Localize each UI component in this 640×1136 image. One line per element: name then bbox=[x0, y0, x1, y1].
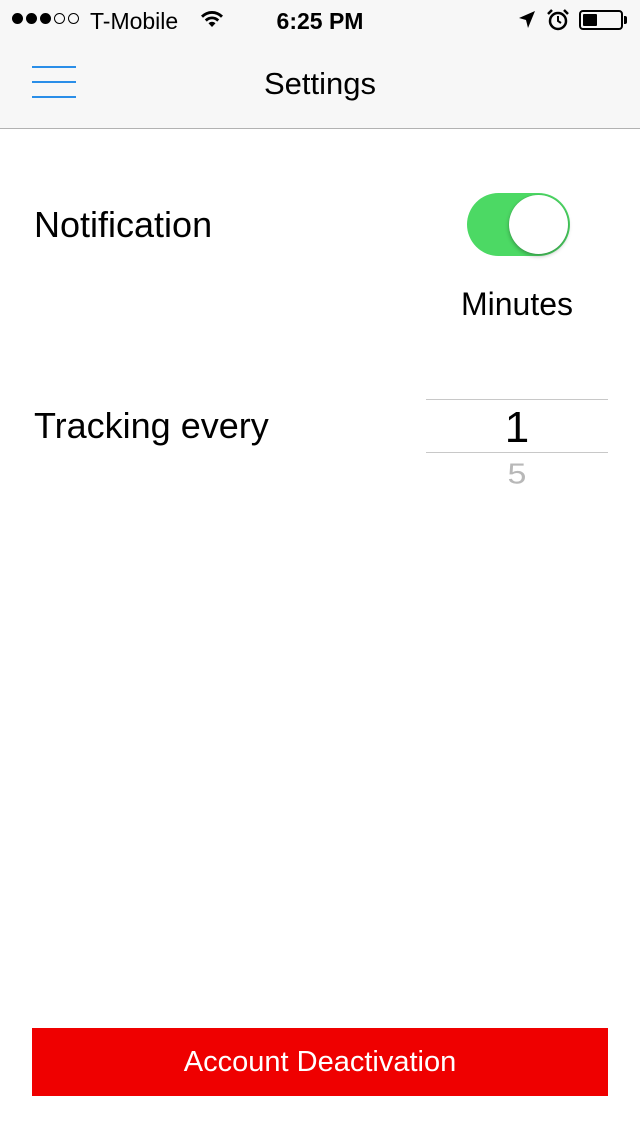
toggle-knob bbox=[509, 195, 568, 254]
notification-label: Notification bbox=[34, 204, 213, 245]
battery-nub bbox=[624, 16, 627, 24]
picker-top-divider bbox=[426, 399, 608, 400]
notification-toggle[interactable] bbox=[467, 193, 570, 256]
navigation-bar: Settings bbox=[0, 40, 640, 129]
account-deactivation-button[interactable]: Account Deactivation bbox=[32, 1028, 608, 1096]
location-arrow-icon bbox=[518, 10, 536, 35]
page-title: Settings bbox=[263, 66, 376, 101]
tracking-every-label: Tracking every bbox=[34, 405, 269, 446]
minutes-label: Minutes bbox=[460, 286, 574, 322]
picker-selected-value: 1 bbox=[504, 403, 530, 452]
tracking-interval-picker[interactable]: 1 5 bbox=[426, 399, 608, 499]
battery-icon bbox=[579, 10, 623, 30]
alarm-clock-icon bbox=[546, 8, 570, 37]
picker-bottom-divider bbox=[426, 452, 608, 453]
status-time: 6:25 PM bbox=[276, 8, 364, 34]
status-bar: T-Mobile 6:25 PM bbox=[0, 0, 640, 40]
picker-next-option[interactable]: 5 bbox=[426, 458, 608, 491]
